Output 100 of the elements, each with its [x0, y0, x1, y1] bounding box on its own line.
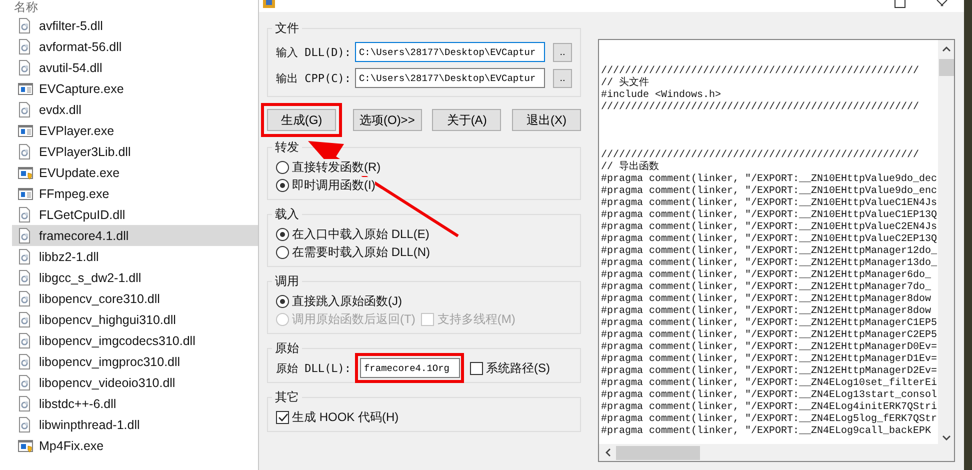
code-line: #pragma comment(linker, "/EXPORT:__ZN12EHttpManager7do_: [601, 282, 932, 294]
code-line: /////////////////////////////////////////////////////: [601, 66, 920, 77]
code-line: #pragma comment(linker, "/EXPORT:__ZN12EHttpManagerC1EP5: [601, 318, 938, 330]
file-row[interactable]: avfilter-5.dll: [12, 15, 258, 36]
code-line: /////////////////////////////////////////////////////: [601, 102, 920, 114]
file-row[interactable]: libopencv_core310.dll: [12, 288, 258, 309]
code-line: #pragma comment(linker, "/EXPORT:__ZN12EHttpManager13do_: [601, 258, 938, 270]
file-icon: [18, 374, 33, 390]
code-line: #pragma comment(linker, "/EXPORT:__ZN10EHttpValueC2EN4Js: [601, 222, 938, 234]
dialog-button[interactable]: 选项(O)>>: [352, 109, 422, 131]
file-name: framecore4.1.dll: [39, 228, 129, 242]
file-row[interactable]: libopencv_videoio310.dll: [12, 372, 258, 393]
file-icon: [18, 270, 33, 286]
file-name: avfilter-5.dll: [39, 18, 103, 32]
code-line: #pragma comment(linker, "/EXPORT:__ZN12EHttpManager8dow: [601, 294, 932, 306]
code-line: #pragma comment(linker, "/EXPORT:__ZN12EHttpManager8dow: [601, 306, 932, 318]
vertical-scrollbar[interactable]: [938, 40, 954, 444]
file-name: EVUpdate.exe: [39, 166, 120, 180]
file-icon: [18, 332, 33, 348]
code-line: #pragma comment(linker, "/EXPORT:__ZN12EHttpManagerD2Ev=: [601, 366, 938, 378]
dialog-button[interactable]: 退出(X): [512, 109, 581, 131]
file-row[interactable]: libwinpthread-1.dll: [12, 414, 258, 435]
file-name: EVPlayer.exe: [39, 124, 114, 138]
text-field[interactable]: framecore4.1Org: [360, 358, 460, 378]
file-row[interactable]: libbz2-1.dll: [12, 246, 258, 267]
scroll-down-icon: [942, 435, 950, 441]
text-field[interactable]: C:\Users\28177\Desktop\EVCaptur: [354, 68, 545, 88]
group-title: 原始: [274, 340, 300, 357]
code-line: #pragma comment(linker, "/EXPORT:__ZN10EHttpValueC1EN4Js: [601, 198, 938, 210]
code-line: #pragma comment(linker, "/EXPORT:__ZN4ELog13start_consol: [601, 390, 938, 402]
group-title: 文件: [274, 20, 300, 37]
code-line: /////////////////////////////////////////////////////: [601, 150, 920, 161]
file-row[interactable]: avutil-54.dll: [12, 57, 258, 78]
file-row[interactable]: avformat-56.dll: [12, 36, 258, 57]
dialog-button[interactable]: 生成(G): [267, 109, 336, 131]
browse-button[interactable]: ..: [552, 68, 572, 88]
maximize-icon: [894, 0, 906, 8]
scroll-thumb[interactable]: [616, 446, 700, 460]
file-icon: [18, 206, 33, 222]
file-row[interactable]: EVPlayer3Lib.dll: [12, 141, 258, 162]
file-icon: [18, 290, 33, 306]
scroll-left-icon: [605, 448, 611, 457]
code-line: #pragma comment(linker, "/EXPORT:__ZN4ELog9call_backEPK: [601, 426, 932, 438]
code-line: #pragma comment(linker, "/EXPORT:__ZN10EHttpValueC2EP13Q: [601, 234, 938, 246]
group-title: 载入: [274, 206, 300, 223]
file-icon: [18, 396, 33, 412]
file-row[interactable]: libopencv_highgui310.dll: [12, 309, 258, 330]
code-line: #pragma comment(linker, "/EXPORT:__ZN4ELog5log_fERK7QStr: [601, 414, 938, 426]
code-line: // 头文件: [601, 78, 650, 90]
group-title: 调用: [274, 273, 300, 290]
file-name: avformat-56.dll: [39, 40, 122, 54]
file-row[interactable]: FFmpeg.exe: [12, 183, 258, 204]
code-editor[interactable]: [598, 39, 955, 462]
code-line: #pragma comment(linker, "/EXPORT:__ZN10EHttpValue9do_dec: [601, 174, 938, 186]
file-row[interactable]: EVCapture.exe: [12, 78, 258, 99]
code-line: #include <Windows.h>: [601, 90, 722, 102]
file-name: libopencv_highgui310.dll: [39, 312, 176, 326]
file-row[interactable]: EVUpdate.exe: [12, 162, 258, 183]
file-row[interactable]: libopencv_imgcodecs310.dll: [12, 330, 258, 351]
text-field[interactable]: C:\Users\28177\Desktop\EVCaptur: [354, 42, 545, 62]
close-icon: [936, 0, 948, 8]
file-row[interactable]: libgcc_s_dw2-1.dll: [12, 267, 258, 288]
code-line: #pragma comment(linker, "/EXPORT:__ZN12EHttpManagerD0Ev=: [601, 342, 938, 354]
file-name: libopencv_imgproc310.dll: [39, 354, 180, 368]
file-name: libopencv_videoio310.dll: [39, 376, 176, 390]
file-name: libopencv_core310.dll: [39, 292, 160, 306]
scroll-thumb[interactable]: [938, 59, 954, 76]
file-name: libwinpthread-1.dll: [39, 418, 140, 432]
file-name: libgcc_s_dw2-1.dll: [39, 270, 142, 284]
file-name: libopencv_imgcodecs310.dll: [39, 334, 196, 348]
file-name: FFmpeg.exe: [39, 186, 110, 200]
file-name: libstdc++-6.dll: [39, 396, 116, 410]
file-row[interactable]: framecore4.1.dll: [12, 225, 258, 246]
file-row[interactable]: FLGetCpuID.dll: [12, 204, 258, 225]
file-name: Mp4Fix.exe: [39, 438, 104, 452]
file-icon: [18, 354, 33, 370]
group-title: 转发: [274, 139, 300, 156]
browse-button[interactable]: ..: [552, 42, 572, 62]
dialog-button[interactable]: 关于(A): [432, 109, 502, 131]
file-row[interactable]: Mp4Fix.exe: [12, 435, 258, 456]
code-line: #pragma comment(linker, "/EXPORT:__ZN12EHttpManager12do_: [601, 246, 938, 258]
file-name: avutil-54.dll: [39, 60, 102, 74]
scroll-up-icon: [942, 46, 950, 52]
code-line: // 导出函数: [601, 162, 660, 174]
file-icon: [18, 248, 33, 264]
file-row[interactable]: libopencv_imgproc310.dll: [12, 351, 258, 372]
field-label: 输入 DLL(D):: [276, 44, 351, 60]
file-name: libbz2-1.dll: [39, 250, 99, 264]
file-row[interactable]: EVPlayer.exe: [12, 120, 258, 141]
code-line: #pragma comment(linker, "/EXPORT:__ZN10EHttpValue9do_enc: [601, 186, 938, 198]
window-icon: [18, 122, 33, 138]
code-line: #pragma comment(linker, "/EXPORT:__ZN12EHttpManagerC2EP5: [601, 330, 938, 342]
file-icon: [18, 38, 33, 54]
field-label: 原始 DLL(L):: [276, 360, 351, 376]
file-row[interactable]: libstdc++-6.dll: [12, 393, 258, 414]
file-name: evdx.dll: [39, 102, 82, 116]
installer-icon: [18, 438, 33, 454]
column-header[interactable]: 名称: [14, 0, 38, 15]
file-name: EVPlayer3Lib.dll: [39, 144, 131, 158]
file-row[interactable]: evdx.dll: [12, 99, 258, 120]
